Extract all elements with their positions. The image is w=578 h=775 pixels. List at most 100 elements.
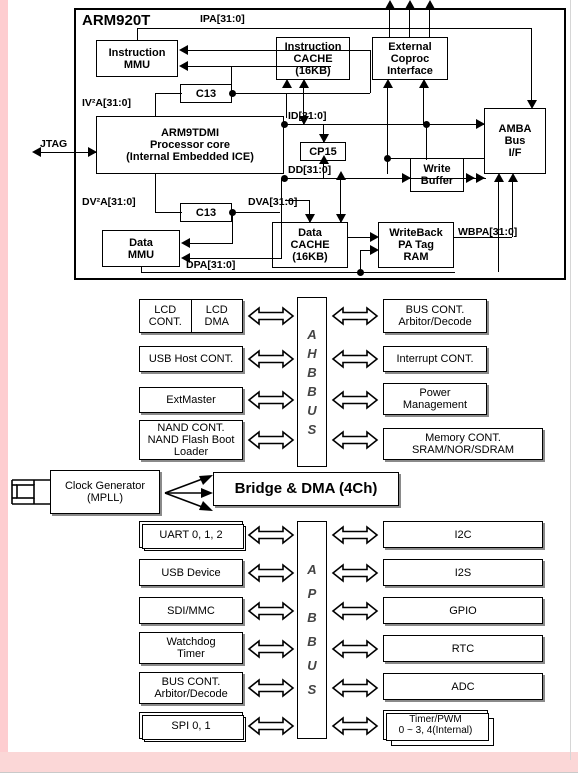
- wire-dpa-v: [141, 267, 142, 272]
- wire-cp15-right: [387, 158, 484, 159]
- lcd-controller-box[interactable]: LCD CONT. LCD DMA: [139, 299, 243, 333]
- label-dva: DVA[31:0]: [248, 196, 298, 208]
- apb-bus-cont-label: BUS CONT. Arbitor/Decode: [154, 676, 228, 700]
- memory-cont-box[interactable]: Memory CONT. SRAM/NOR/SDRAM: [383, 428, 543, 460]
- clock-fanout-arrows: [164, 475, 213, 511]
- c13-top-label: C13: [195, 87, 217, 100]
- uart-label: UART 0, 1, 2: [159, 528, 223, 541]
- wire-coproc-out3: [429, 6, 430, 37]
- extmaster-box[interactable]: ExtMaster: [139, 387, 243, 413]
- wire-ipa-arrow: [527, 100, 537, 109]
- apb-letter-4: U: [307, 658, 317, 673]
- instruction-mmu-box[interactable]: Instruction MMU: [96, 40, 178, 77]
- wire-icache-arrow-a: [282, 79, 292, 88]
- ahb-letter-5: S: [307, 421, 317, 437]
- data-mmu-label: Data MMU: [127, 236, 155, 261]
- power-management-box[interactable]: Power Management: [383, 383, 487, 415]
- uart-box[interactable]: UART 0, 1, 2: [139, 521, 246, 551]
- watchdog-timer-box[interactable]: Watchdog Timer: [139, 632, 243, 664]
- ahb-arrow-right-1: [331, 349, 379, 369]
- rtc-box[interactable]: RTC: [383, 635, 543, 662]
- gpio-box[interactable]: GPIO: [383, 597, 543, 624]
- wire-c13-top-to-icache: [286, 93, 287, 118]
- label-dpa: DPA[31:0]: [186, 259, 236, 271]
- wire-coproc-arrow2: [419, 79, 429, 88]
- data-cache-box[interactable]: Data CACHE (16KB): [272, 222, 348, 268]
- apb-letter-3: B: [307, 634, 317, 649]
- apb-arrow-left-5: [247, 716, 295, 736]
- apb-arrow-left-3: [247, 639, 295, 659]
- ahb-letter-3: B: [307, 383, 317, 399]
- data-cache-label: Data CACHE (16KB): [290, 227, 330, 263]
- amba-bus-if-label: AMBA Bus I/F: [498, 123, 532, 159]
- ahb-bus-bar: A H B B U S: [297, 297, 327, 467]
- wire-id-bus: [284, 124, 484, 125]
- wire-dv2a-h: [155, 212, 182, 213]
- wire-coproc-feed1b: [387, 86, 388, 124]
- bridge-dma-box[interactable]: Bridge & DMA (4Ch): [213, 472, 399, 506]
- label-dv2a: DV²A[31:0]: [82, 196, 136, 208]
- wire-coproc-feed2b: [426, 124, 427, 160]
- wire-dd-dcache-arrow: [336, 214, 346, 223]
- sdi-mmc-box[interactable]: SDI/MMC: [139, 597, 243, 624]
- wire-wb-feed-arrow: [402, 173, 411, 183]
- wire-iv2a-v: [155, 93, 156, 116]
- wire-id-icache-up-arrow: [299, 79, 309, 88]
- arm9tdmi-core-box[interactable]: ARM9TDMI Processor core (Internal Embedd…: [96, 116, 284, 174]
- usb-device-label: USB Device: [161, 566, 221, 579]
- clock-generator-box[interactable]: Clock Generator (MPLL): [50, 470, 160, 514]
- apb-bus-bar: A P B B U S: [297, 521, 327, 739]
- spi-box[interactable]: SPI 0, 1: [139, 712, 246, 742]
- watchdog-timer-label: Watchdog Timer: [166, 636, 216, 660]
- apb-letter-2: B: [307, 610, 317, 625]
- data-mmu-box[interactable]: Data MMU: [102, 230, 180, 267]
- apb-arrow-right-4: [331, 678, 379, 698]
- page-edge-right-line: [570, 0, 571, 760]
- apb-letter-5: S: [307, 682, 317, 697]
- apb-arrow-right-3: [331, 639, 379, 659]
- timer-pwm-box[interactable]: Timer/PWM 0 ~ 3, 4(Internal): [383, 710, 494, 746]
- ahb-arrow-right-0: [331, 306, 379, 326]
- external-coproc-box[interactable]: External Coproc Interface: [372, 37, 448, 80]
- i2s-box[interactable]: I2S: [383, 559, 543, 586]
- i2s-label: I2S: [454, 566, 472, 579]
- wire-mmu-feed1-arrow: [179, 45, 188, 55]
- lcd-dma-label: LCD DMA: [204, 304, 229, 328]
- wire-iv2a-h: [155, 93, 182, 94]
- c13-top-box[interactable]: C13: [180, 84, 232, 103]
- bridge-dma-label: Bridge & DMA (4Ch): [234, 480, 378, 497]
- usb-host-cont-box[interactable]: USB Host CONT.: [139, 346, 243, 372]
- apb-arrow-left-2: [247, 601, 295, 621]
- nand-cont-box[interactable]: NAND CONT. NAND Flash Boot Loader: [139, 420, 243, 460]
- wire-wb-out: [464, 178, 486, 179]
- junction-dd: [281, 175, 288, 182]
- instruction-mmu-label: Instruction MMU: [108, 46, 166, 71]
- junction-id: [281, 121, 288, 128]
- wire-dva-down: [281, 212, 282, 258]
- bus-cont-arbitor-box[interactable]: BUS CONT. Arbitor/Decode: [383, 299, 487, 333]
- wire-dpa-bus: [141, 272, 455, 273]
- c13-bottom-box[interactable]: C13: [180, 203, 232, 222]
- wire-coproc-arrow1: [383, 79, 393, 88]
- ahb-letter-4: U: [307, 402, 317, 418]
- instruction-cache-box[interactable]: Instruction CACHE (16KB): [276, 37, 350, 80]
- wire-c13b-right: [232, 212, 280, 213]
- wire-mmu-feed1-v: [370, 50, 371, 93]
- wire-ipa-top: [137, 28, 532, 29]
- usb-device-box[interactable]: USB Device: [139, 559, 243, 586]
- interrupt-cont-box[interactable]: Interrupt CONT.: [383, 346, 487, 372]
- write-buffer-box[interactable]: Write Buffer: [410, 158, 464, 192]
- i2c-box[interactable]: I2C: [383, 521, 543, 548]
- wire-dpa-amba-v: [498, 180, 499, 272]
- wire-coproc-feed2: [423, 86, 424, 124]
- adc-box[interactable]: ADC: [383, 673, 543, 700]
- ahb-arrow-left-2: [247, 390, 295, 410]
- arm9tdmi-core-label: ARM9TDMI Processor core (Internal Embedd…: [126, 127, 254, 163]
- apb-arrow-left-0: [247, 525, 295, 545]
- amba-bus-if-box[interactable]: AMBA Bus I/F: [484, 108, 546, 174]
- apb-letter-0: A: [307, 562, 317, 577]
- apb-bus-cont-box[interactable]: BUS CONT. Arbitor/Decode: [139, 672, 243, 704]
- wire-c13b-dmmu-arrow: [181, 238, 190, 248]
- writeback-pa-tag-ram-box[interactable]: WriteBack PA Tag RAM: [378, 222, 454, 268]
- instruction-cache-label: Instruction CACHE (16KB): [284, 40, 342, 77]
